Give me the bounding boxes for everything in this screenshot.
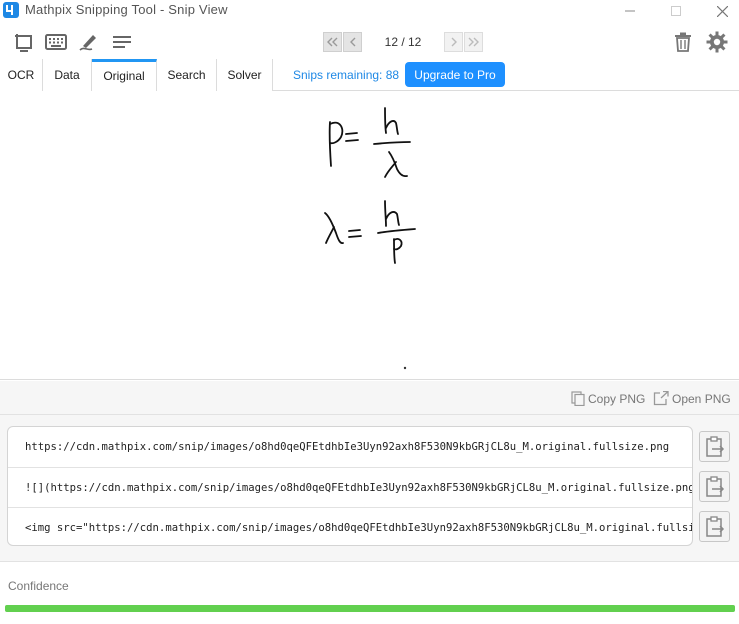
first-snip-button[interactable] (323, 32, 342, 52)
upgrade-button[interactable]: Upgrade to Pro (405, 62, 505, 87)
mathpix-logo-icon (3, 2, 19, 18)
confidence-section: Confidence (0, 561, 739, 624)
tab-data[interactable]: Data (43, 59, 92, 91)
link-markdown-row[interactable]: ![](https://cdn.mathpix.com/snip/images/… (8, 467, 692, 507)
gear-icon[interactable] (705, 30, 729, 54)
open-png-button[interactable]: Open PNG (653, 391, 731, 406)
close-button[interactable] (699, 0, 739, 22)
next-snip-button[interactable] (444, 32, 463, 52)
tab-solver[interactable]: Solver (217, 59, 273, 91)
crop-screen-icon[interactable] (12, 30, 36, 54)
title-bar: Mathpix Snipping Tool - Snip View (0, 0, 739, 22)
tab-original[interactable]: Original (92, 59, 157, 91)
snip-original-image (0, 91, 739, 380)
handwritten-formula-image (324, 107, 416, 370)
double-chevron-left-icon (327, 37, 338, 47)
chevron-right-icon (451, 37, 457, 47)
menu-lines-icon[interactable] (110, 30, 134, 54)
links-panel: https://cdn.mathpix.com/snip/images/o8hd… (0, 415, 739, 561)
confidence-bar-fill (5, 605, 735, 612)
minimize-button[interactable] (607, 0, 653, 22)
double-chevron-right-icon (468, 37, 479, 47)
maximize-button[interactable] (653, 0, 699, 22)
snips-remaining: Snips remaining: 88 (293, 68, 400, 82)
trash-icon[interactable] (671, 30, 695, 54)
clipboard-icon (705, 435, 724, 457)
copy-markdown-button[interactable] (699, 471, 730, 502)
copy-png-label: Copy PNG (588, 391, 646, 406)
copy-png-button[interactable]: Copy PNG (571, 391, 645, 406)
png-actions-bar: Copy PNG Open PNG (0, 381, 739, 415)
last-snip-button[interactable] (464, 32, 483, 52)
copy-icon (571, 391, 585, 406)
external-link-icon (653, 391, 669, 406)
confidence-label: Confidence (8, 579, 69, 593)
window-title: Mathpix Snipping Tool - Snip View (25, 2, 228, 17)
toolbar: 12 / 12 (0, 22, 739, 60)
copy-html-button[interactable] (699, 511, 730, 542)
links-box: https://cdn.mathpix.com/snip/images/o8hd… (7, 426, 693, 546)
link-html-row[interactable]: <img src="https://cdn.mathpix.com/snip/i… (8, 507, 692, 545)
clipboard-icon (705, 475, 724, 497)
tab-ocr[interactable]: OCR (0, 59, 43, 91)
confidence-bar (5, 605, 735, 612)
close-icon (716, 5, 728, 17)
keyboard-icon[interactable] (44, 30, 68, 54)
tab-search[interactable]: Search (157, 59, 217, 91)
snip-counter: 12 / 12 (384, 35, 422, 49)
open-png-label: Open PNG (672, 391, 731, 406)
clipboard-icon (705, 515, 724, 537)
chevron-left-icon (349, 37, 355, 47)
tab-bar: OCR Data Original Search Solver Snips re… (0, 59, 739, 91)
pen-icon[interactable] (77, 30, 101, 54)
copy-url-button[interactable] (699, 431, 730, 462)
link-url-row[interactable]: https://cdn.mathpix.com/snip/images/o8hd… (8, 427, 692, 467)
